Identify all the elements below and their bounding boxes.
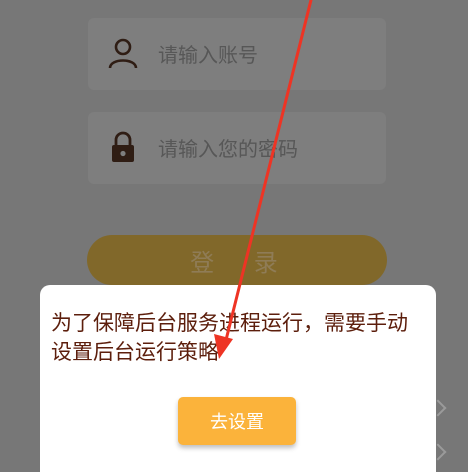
background-permission-dialog: 为了保障后台服务进程运行，需要手动设置后台运行策略 去设置 [40,285,436,472]
go-settings-button[interactable]: 去设置 [178,397,296,445]
login-button[interactable]: 登 录 [87,235,387,285]
lock-icon [112,131,134,162]
user-icon [108,38,138,69]
password-field[interactable] [88,112,386,184]
dialog-message: 为了保障后台服务进程运行，需要手动设置后台运行策略 [51,311,408,364]
account-field[interactable] [88,18,386,90]
account-input[interactable] [156,34,370,76]
password-input[interactable] [156,128,370,170]
